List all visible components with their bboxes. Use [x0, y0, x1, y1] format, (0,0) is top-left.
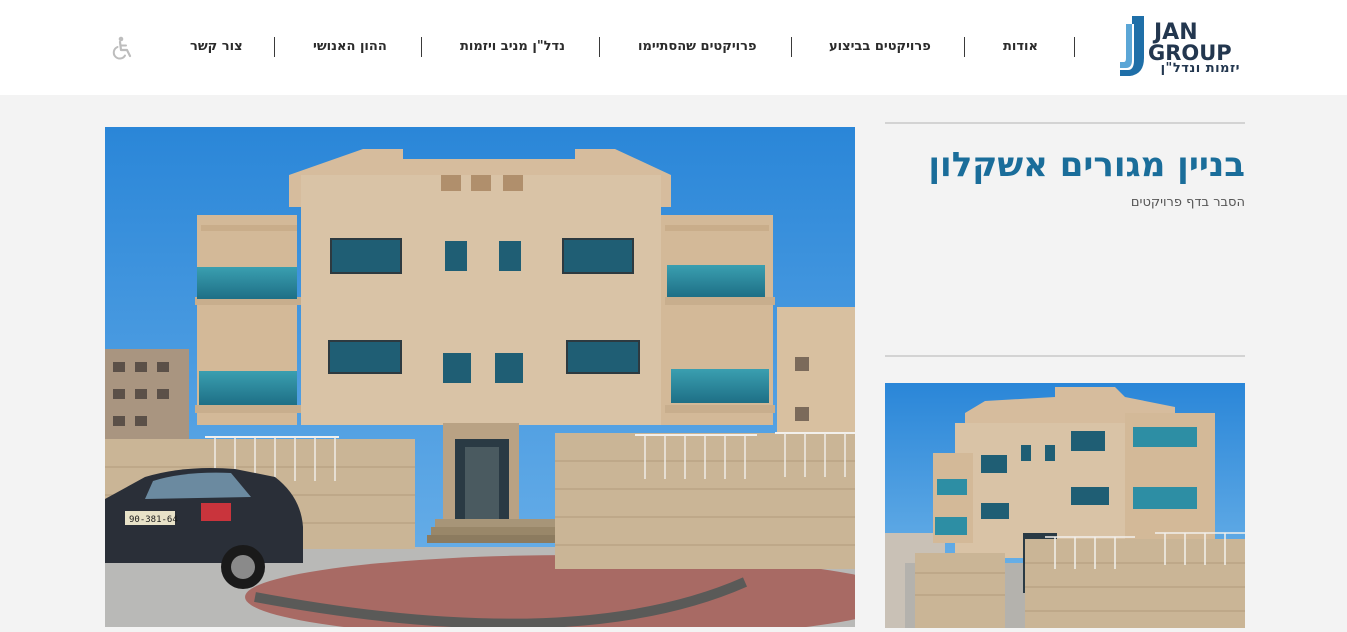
nav-item-real-estate[interactable]: נדל"ן מניב ויזמות — [460, 37, 565, 57]
nav-item-contact[interactable]: צור קשר — [190, 37, 243, 57]
wheelchair-icon[interactable] — [108, 35, 134, 61]
nav-item-about[interactable]: אודות — [1003, 37, 1038, 57]
nav-divider — [421, 37, 422, 57]
project-title: בניין מגורים אשקלון — [928, 145, 1245, 185]
project-main-photo: 90-381-64 — [105, 127, 855, 627]
logo-tagline: יזמות ונדל"ן — [1160, 61, 1240, 76]
divider-middle — [885, 355, 1245, 357]
nav-item-projects-in-progress[interactable]: פרויקטים בביצוע — [829, 37, 931, 57]
nav-divider — [599, 37, 600, 57]
nav-divider — [274, 37, 275, 57]
nav-item-projects-completed[interactable]: פרויקטים שהסתיימו — [638, 37, 757, 57]
nav-divider — [1074, 37, 1075, 57]
project-thumbnail-photo[interactable] — [885, 383, 1245, 628]
divider-top — [885, 122, 1245, 124]
site-header: JAN GROUP יזמות ונדל"ן אודות פרויקטים בב… — [0, 0, 1347, 95]
nav-item-human-capital[interactable]: ההון האנושי — [313, 37, 387, 57]
jan-group-logo[interactable]: JAN GROUP יזמות ונדל"ן — [1118, 14, 1240, 80]
car-license-plate: 90-381-64 — [129, 515, 178, 525]
nav-divider — [791, 37, 792, 57]
project-subtitle: הסבר בדף פרויקטים — [1130, 195, 1245, 210]
nav-divider — [964, 37, 965, 57]
